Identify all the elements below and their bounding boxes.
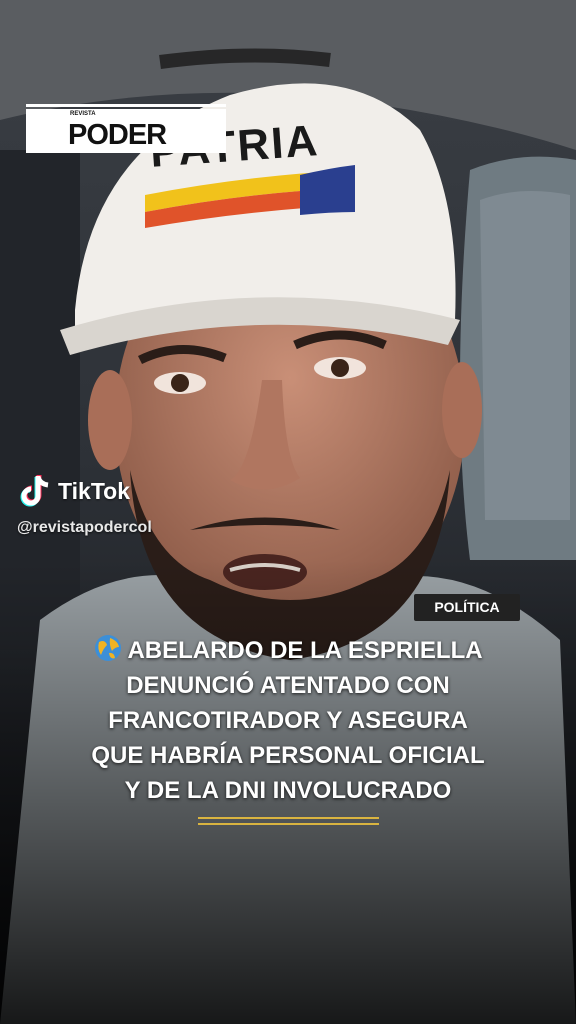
headline-divider: [198, 817, 379, 819]
category-label: POLÍTICA: [434, 599, 500, 615]
account-handle: @revistapodercol: [17, 519, 152, 536]
revista-poder-logo: REVISTA PODER: [26, 109, 226, 153]
headline-line: DENUNCIÓ ATENTADO CON: [126, 672, 450, 699]
logo-text: PODER: [68, 119, 167, 151]
headline: ABELARDO DE LA ESPRIELLA DENUNCIÓ ATENTA…: [40, 633, 536, 808]
globe-icon: [95, 635, 122, 661]
logo-small-text: REVISTA: [70, 111, 96, 117]
tiktok-brand-name: TikTok: [58, 477, 130, 504]
category-tag: POLÍTICA: [414, 594, 520, 621]
headline-line: ABELARDO DE LA ESPRIELLA: [40, 633, 536, 668]
logo-rule: [26, 104, 226, 107]
headline-line: FRANCOTIRADOR Y ASEGURA: [108, 707, 468, 734]
headline-divider: [198, 823, 379, 825]
headline-line: Y DE LA DNI INVOLUCRADO: [124, 777, 452, 804]
headline-line: QUE HABRÍA PERSONAL OFICIAL: [91, 742, 485, 769]
tiktok-icon: [20, 475, 49, 507]
tiktok-watermark: TikTok: [20, 474, 130, 508]
